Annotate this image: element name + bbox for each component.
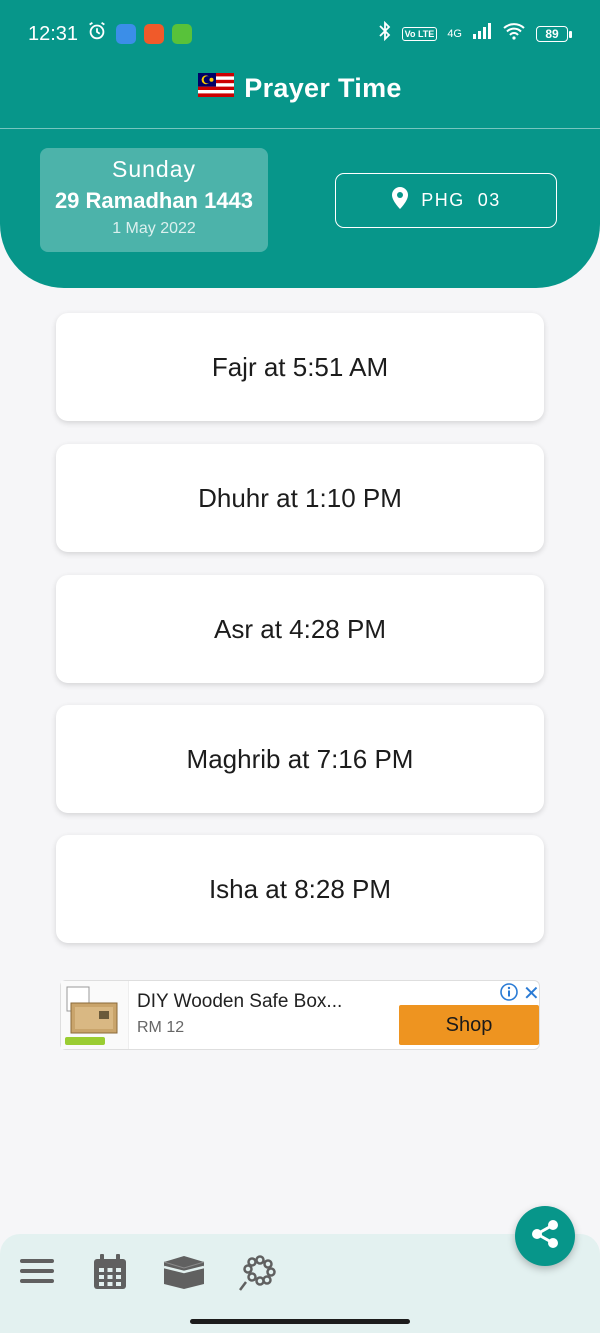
home-indicator[interactable] xyxy=(190,1319,410,1324)
prayer-card-asr[interactable]: Asr at 4:28 PM xyxy=(56,575,544,683)
zone-button[interactable]: PHG 03 xyxy=(335,173,557,228)
zone-label: PHG 03 xyxy=(421,190,501,210)
day-label: Sunday xyxy=(111,156,196,182)
prayer-card-dhuhr[interactable]: Dhuhr at 1:10 PM xyxy=(56,444,544,552)
ad-price: RM 12 xyxy=(137,1019,185,1036)
share-button[interactable] xyxy=(515,1206,575,1266)
app-notification-icon xyxy=(116,24,137,44)
video-notification-icon xyxy=(144,24,165,44)
ad-title: DIY Wooden Safe Box... xyxy=(137,991,343,1012)
prayer-time-text: Isha at 8:28 PM xyxy=(208,873,392,904)
ad-product-image xyxy=(61,981,129,1049)
prayer-card-fajr[interactable]: Fajr at 5:51 AM xyxy=(56,313,544,421)
prayer-time-text: Asr at 4:28 PM xyxy=(214,613,386,644)
status-bar: 12:31 Vo LTE 4G 89 xyxy=(0,0,600,68)
calendar-icon[interactable] xyxy=(93,1254,127,1295)
prayer-card-maghrib[interactable]: Maghrib at 7:16 PM xyxy=(56,705,544,813)
volte-icon: Vo LTE xyxy=(401,27,438,41)
share-icon xyxy=(529,1218,561,1255)
page-title: Prayer Time xyxy=(244,72,402,103)
prayer-time-text: Dhuhr at 1:10 PM xyxy=(198,482,402,513)
kaaba-icon[interactable] xyxy=(162,1254,206,1295)
prayer-time-text: Fajr at 5:51 AM xyxy=(211,351,389,382)
battery-icon: 89 xyxy=(536,26,572,42)
app-title-row: Prayer Time xyxy=(0,66,600,110)
ad-close-icon[interactable]: ✕ xyxy=(523,981,540,1006)
bluetooth-icon xyxy=(378,20,392,47)
ad-banner[interactable]: DIY Wooden Safe Box... RM 12 ✕ Shop xyxy=(60,980,540,1050)
prayer-card-isha[interactable]: Isha at 8:28 PM xyxy=(56,835,544,943)
header-divider xyxy=(0,128,600,129)
tasbih-icon[interactable] xyxy=(236,1254,276,1299)
signal-icon xyxy=(472,22,492,46)
alarm-icon xyxy=(86,20,108,48)
battery-level: 89 xyxy=(536,26,568,42)
ad-shop-button[interactable]: Shop xyxy=(399,1005,539,1045)
malaysia-flag-icon xyxy=(198,72,235,104)
prayer-time-text: Maghrib at 7:16 PM xyxy=(186,743,414,774)
date-card[interactable]: Sunday 29 Ramadhan 1443 1 May 2022 xyxy=(40,148,268,252)
gregorian-date: 1 May 2022 xyxy=(112,220,196,237)
status-time: 12:31 xyxy=(28,22,79,45)
header: 12:31 Vo LTE 4G 89 Prayer Time Sunday 29… xyxy=(0,0,600,288)
network-label: 4G xyxy=(447,28,462,40)
location-pin-icon xyxy=(391,186,409,215)
menu-icon[interactable] xyxy=(20,1256,54,1291)
ad-info-icon[interactable] xyxy=(500,983,518,1006)
wifi-icon xyxy=(502,22,526,46)
chat-notification-icon xyxy=(172,24,193,44)
hijri-date: 29 Ramadhan 1443 xyxy=(54,188,254,213)
